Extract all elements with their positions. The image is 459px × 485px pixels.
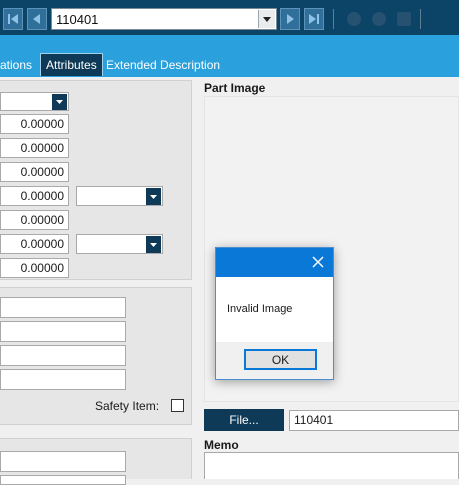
text-field[interactable] <box>0 297 126 318</box>
details-panel: Safety Item: <box>0 287 192 425</box>
attribute-value-field[interactable]: 0.00000 <box>0 114 69 134</box>
previous-icon <box>33 14 40 24</box>
file-path-value: 110401 <box>294 413 334 427</box>
first-record-button[interactable] <box>3 8 23 30</box>
previous-record-button[interactable] <box>27 8 47 30</box>
file-browse-button[interactable]: File... <box>204 409 284 431</box>
attribute-value-field[interactable]: 0.00000 <box>0 258 69 278</box>
record-value: 110401 <box>56 12 99 27</box>
tab-label: ations <box>0 57 33 72</box>
next-icon <box>287 14 294 24</box>
unit-dropdown[interactable] <box>76 234 163 254</box>
text-field[interactable] <box>0 345 126 366</box>
attribute-value-field[interactable]: 0.00000 <box>0 162 69 182</box>
safety-item-label: Safety Item: <box>95 399 160 413</box>
record-selector[interactable]: 110401 <box>51 8 277 30</box>
next-record-button[interactable] <box>280 8 300 30</box>
text-field[interactable] <box>0 475 126 485</box>
attribute-value-field[interactable]: 0.00000 <box>0 234 69 254</box>
ok-button-label: OK <box>271 352 290 367</box>
disabled-action-icon <box>347 12 361 26</box>
attributes-panel: 0.00000 0.00000 0.00000 0.00000 0.00000 … <box>0 80 192 280</box>
tab-operations[interactable]: ations <box>0 53 32 76</box>
file-button-label: File... <box>229 413 259 427</box>
attribute-value-field[interactable]: 0.00000 <box>0 210 69 230</box>
last-icon <box>309 14 319 24</box>
attribute-value-field[interactable]: 0.00000 <box>0 138 69 158</box>
chevron-down-icon <box>150 242 157 247</box>
memo-textarea[interactable] <box>204 452 459 479</box>
tab-label: Extended Description <box>106 57 221 72</box>
tab-attributes[interactable]: Attributes <box>40 53 103 76</box>
unit-dropdown[interactable] <box>76 186 163 206</box>
dialog-close-button[interactable] <box>309 253 327 271</box>
dialog-titlebar <box>216 248 333 277</box>
dialog-message: Invalid Image <box>227 303 293 315</box>
part-image-label: Part Image <box>204 81 266 95</box>
dropdown-button[interactable] <box>146 188 161 205</box>
dropdown-button[interactable] <box>52 94 67 110</box>
tab-strip: ations Attributes Extended Description <box>0 51 459 77</box>
tab-label: Attributes <box>46 58 97 72</box>
record-navigation-bar: 110401 <box>0 0 459 35</box>
text-field[interactable] <box>0 451 126 472</box>
text-field[interactable] <box>0 369 126 390</box>
tab-extended-description[interactable]: Extended Description <box>106 53 220 76</box>
first-icon <box>8 14 18 24</box>
chevron-down-icon <box>56 100 63 104</box>
attribute-dropdown[interactable] <box>0 92 69 111</box>
toolbar-separator <box>333 9 334 29</box>
text-field[interactable] <box>0 321 126 342</box>
attribute-value-field[interactable]: 0.00000 <box>0 186 69 206</box>
record-dropdown-button[interactable] <box>258 10 275 28</box>
disabled-action-icon <box>372 12 386 26</box>
dialog-footer: OK <box>216 342 333 379</box>
dropdown-button[interactable] <box>146 236 161 253</box>
toolbar-separator <box>420 9 421 29</box>
chevron-down-icon <box>150 194 157 199</box>
last-record-button[interactable] <box>304 8 324 30</box>
image-file-path-field[interactable]: 110401 <box>289 410 459 431</box>
memo-label: Memo <box>204 438 239 452</box>
close-icon <box>312 256 324 268</box>
lower-panel <box>0 438 192 485</box>
ok-button[interactable]: OK <box>244 349 317 370</box>
invalid-image-dialog: Invalid Image OK <box>215 247 334 380</box>
tab-header-band <box>0 35 459 51</box>
chevron-down-icon <box>263 16 271 22</box>
disabled-stop-icon <box>397 12 411 26</box>
safety-item-checkbox[interactable] <box>171 399 184 412</box>
